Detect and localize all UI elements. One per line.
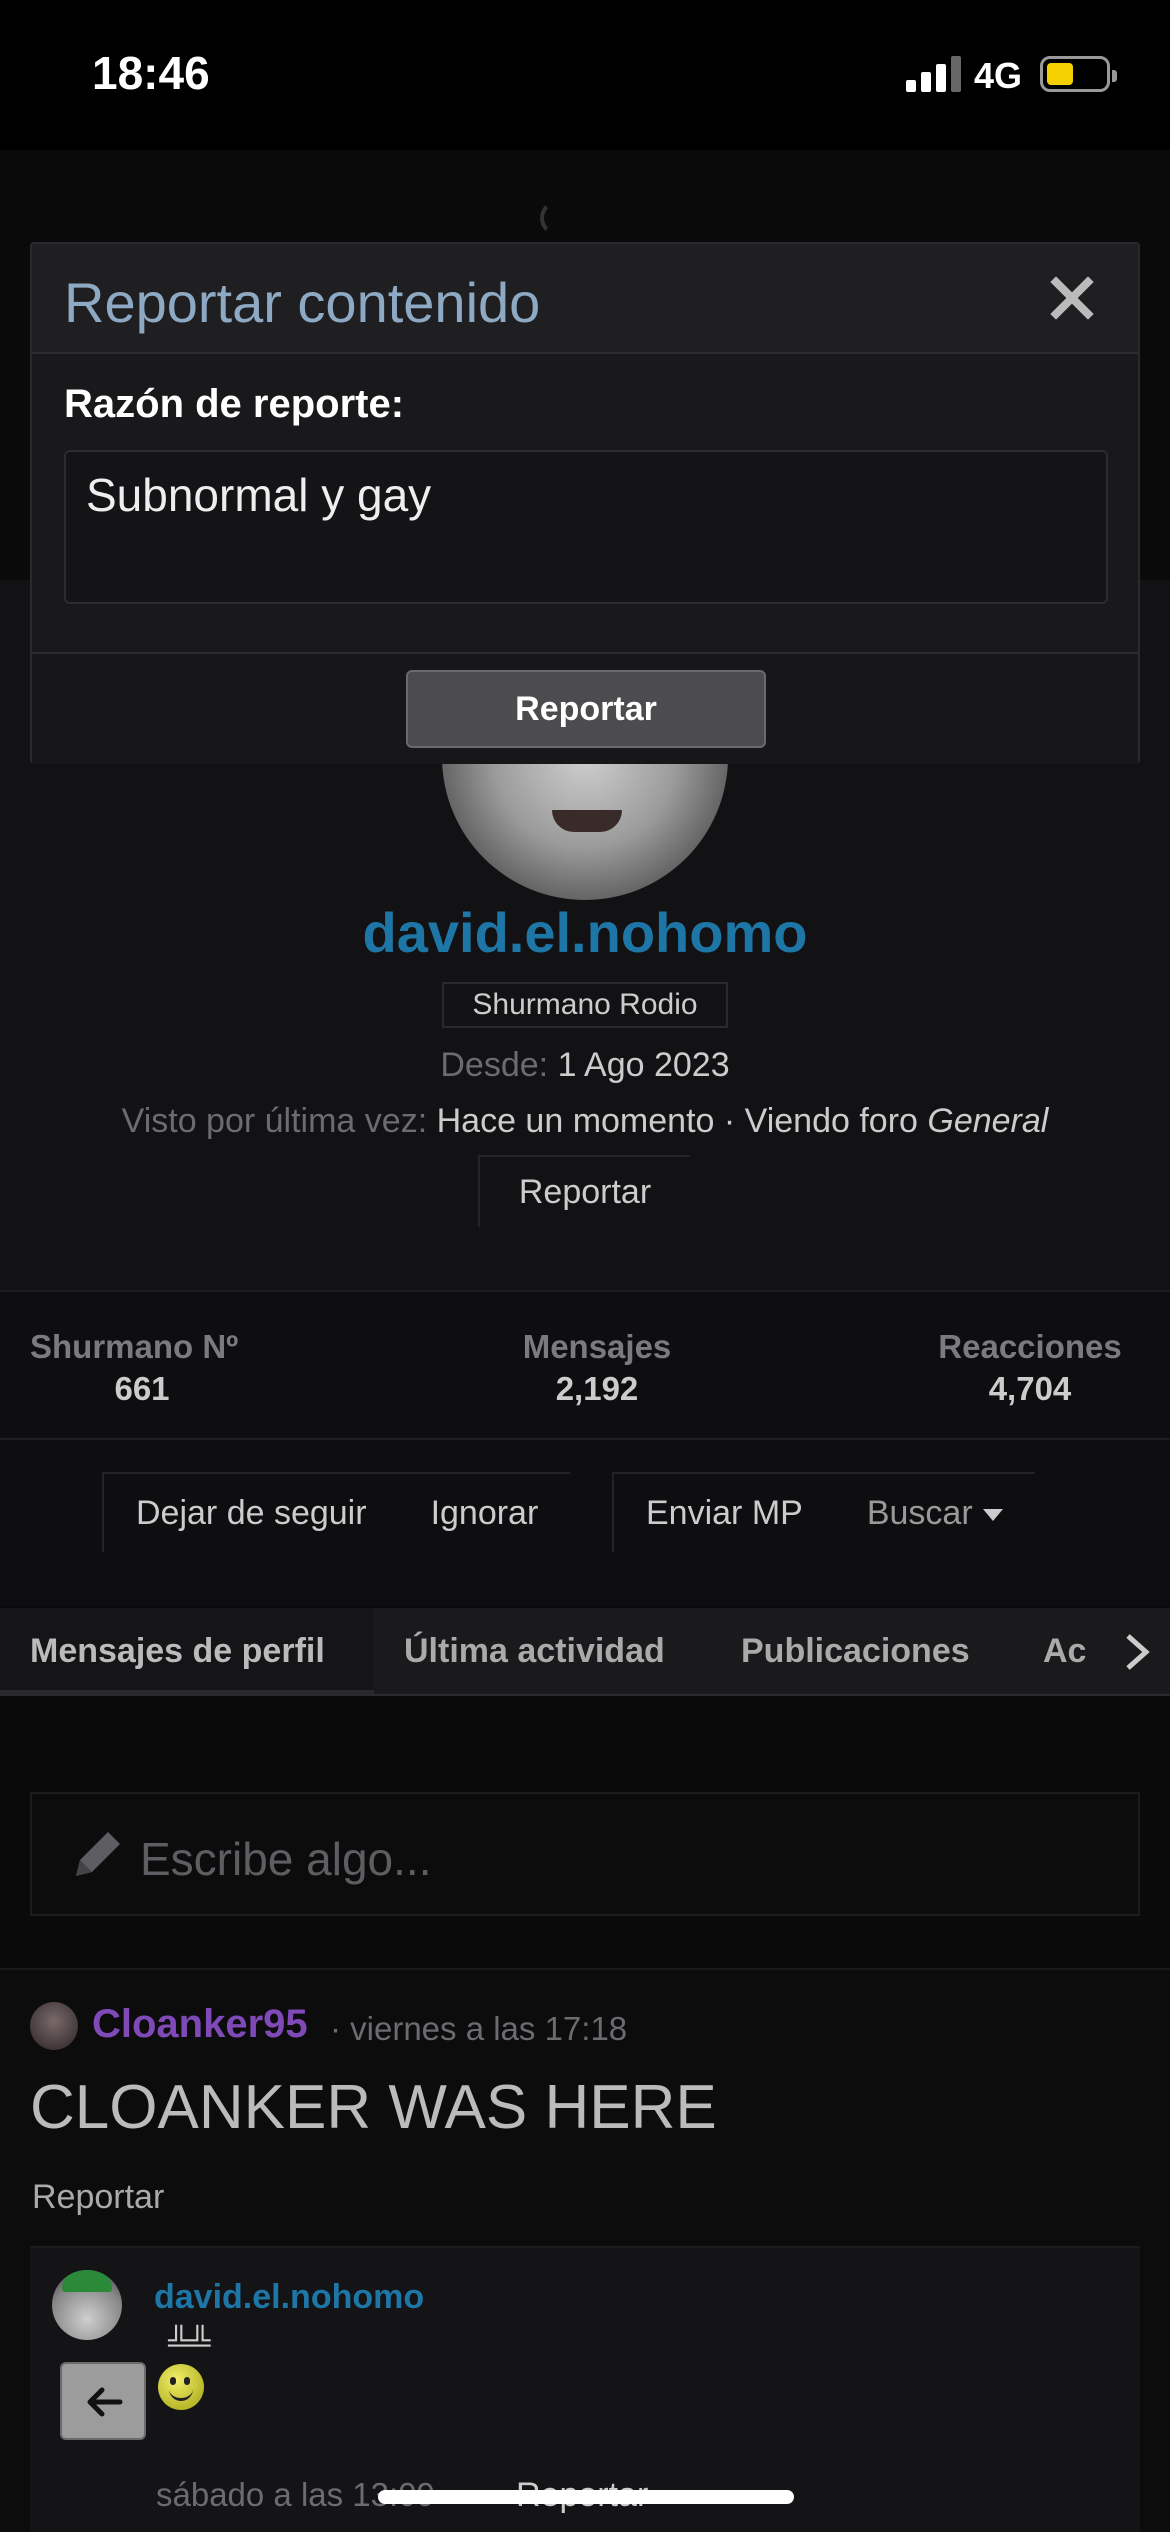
tab-profile-posts[interactable]: Mensajes de perfil: [0, 1608, 374, 1694]
report-submit-button[interactable]: Reportar: [406, 670, 766, 748]
comment-author[interactable]: david.el.nohomo: [154, 2278, 424, 2317]
battery-icon: [1040, 56, 1117, 92]
post-report-link[interactable]: Reportar: [32, 2178, 164, 2217]
post-author-avatar[interactable]: [30, 2002, 78, 2050]
member-since-value: 1 Ago 2023: [557, 1046, 730, 1084]
loading-spinner-icon: [540, 200, 576, 236]
stat-messages[interactable]: Mensajes 2,192: [485, 1328, 709, 1408]
stat-value: 2,192: [555, 1370, 639, 1407]
post-body: CLOANKER WAS HERE: [30, 2073, 717, 2142]
caret-down-icon: [982, 1509, 1003, 1522]
follow-ignore-group: Dejar de seguir Ignorar: [102, 1472, 571, 1552]
profile-tabs: Mensajes de perfil Última actividad Publ…: [0, 1608, 1170, 1696]
profile-post: Cloanker95 · viernes a las 17:18 CLOANKE…: [0, 1968, 1170, 2532]
report-profile-button[interactable]: Reportar: [478, 1155, 690, 1227]
send-pm-button[interactable]: Enviar MP: [614, 1474, 835, 1552]
network-type: 4G: [974, 55, 1023, 96]
member-since-label: Desde:: [440, 1046, 549, 1084]
chevron-right-icon: [1126, 1634, 1150, 1670]
cellular-signal-icon: [906, 56, 962, 92]
comment-glyph: ╩╩: [168, 2326, 211, 2359]
report-reason-label: Razón de reporte:: [64, 382, 405, 426]
stat-label: Shurmano Nº: [30, 1328, 239, 1365]
tab-postings[interactable]: Publicaciones: [741, 1608, 970, 1694]
modal-title: Reportar contenido: [64, 271, 541, 334]
stat-value: 4,704: [988, 1370, 1072, 1407]
profile-username[interactable]: david.el.nohomo: [0, 900, 1170, 965]
comment-author-avatar[interactable]: [52, 2270, 122, 2340]
profile-actions: Dejar de seguir Ignorar Enviar MP Buscar: [0, 1440, 1170, 1606]
stat-value: 661: [114, 1370, 170, 1407]
stat-label: Reacciones: [938, 1328, 1122, 1365]
report-content-modal: Reportar contenido Razón de reporte: Sub…: [30, 242, 1140, 764]
stat-reactions[interactable]: Reacciones 4,704: [920, 1328, 1140, 1408]
last-seen-forum-link[interactable]: General: [927, 1102, 1048, 1140]
composer-placeholder: Escribe algo...: [140, 1833, 432, 1885]
tabs-scroll-next[interactable]: [1090, 1608, 1170, 1694]
arrow-left-icon: [87, 2387, 123, 2417]
smiley-emoji-icon: [158, 2364, 204, 2410]
user-title-badge: Shurmano Rodio: [442, 982, 728, 1028]
member-since: Desde: 1 Ago 2023: [0, 1046, 1170, 1085]
profile-stats: Shurmano Nº 661 Mensajes 2,192 Reaccione…: [0, 1290, 1170, 1440]
status-bar: 18:46 4G: [0, 0, 1170, 150]
modal-header: Reportar contenido: [32, 244, 1138, 354]
tab-latest-activity[interactable]: Última actividad: [404, 1608, 665, 1694]
pencil-icon: [76, 1832, 120, 1876]
unfollow-button[interactable]: Dejar de seguir: [104, 1474, 399, 1552]
message-search-group: Enviar MP Buscar: [612, 1472, 1035, 1552]
modal-footer: Reportar: [32, 652, 1138, 764]
status-time: 18:46: [92, 47, 210, 99]
search-dropdown-button[interactable]: Buscar: [835, 1474, 1035, 1552]
search-dropdown-label: Buscar: [866, 1494, 973, 1532]
stat-member-number: Shurmano Nº 661: [30, 1328, 254, 1408]
back-button[interactable]: [60, 2362, 146, 2440]
report-reason-field[interactable]: Subnormal y gay: [64, 450, 1108, 604]
last-seen-value: Hace un momento · Viendo foro: [436, 1102, 928, 1140]
close-icon[interactable]: [1042, 268, 1102, 328]
last-seen: Visto por última vez: Hace un momento · …: [0, 1102, 1170, 1141]
post-time[interactable]: · viernes a las 17:18: [330, 2010, 627, 2048]
ignore-button[interactable]: Ignorar: [399, 1474, 571, 1552]
post-author[interactable]: Cloanker95: [92, 2002, 308, 2047]
last-seen-label: Visto por última vez:: [121, 1102, 428, 1140]
home-indicator[interactable]: [378, 2490, 794, 2504]
stat-label: Mensajes: [522, 1328, 672, 1365]
tab-about[interactable]: Ac: [1043, 1608, 1086, 1694]
profile-post-composer[interactable]: Escribe algo...: [30, 1792, 1140, 1916]
